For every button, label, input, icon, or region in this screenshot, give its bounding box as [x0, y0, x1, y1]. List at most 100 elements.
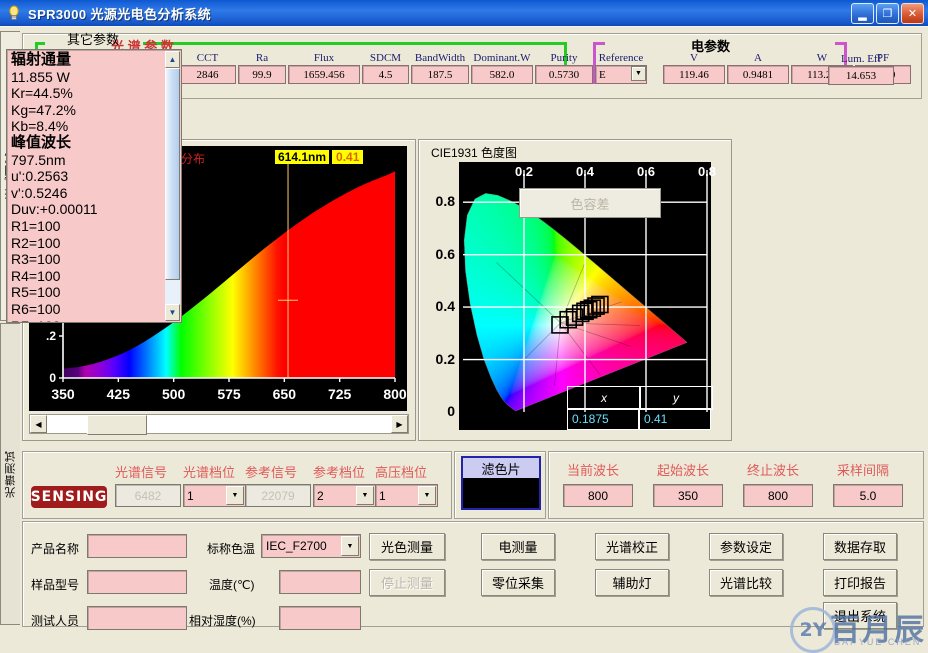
- stop-measure-button[interactable]: 停止测量: [369, 569, 445, 596]
- cursor-value: 0.41: [332, 150, 363, 164]
- field-purity: Purity 0.5730: [535, 52, 593, 84]
- scroll-track[interactable]: [165, 68, 180, 304]
- chevron-down-icon[interactable]: ▼: [418, 486, 436, 505]
- label-reference-gain: 参考档位: [313, 462, 365, 481]
- hv-gain-value: 1: [379, 489, 386, 503]
- chevron-down-icon[interactable]: ▼: [226, 486, 244, 505]
- color-tolerance-button[interactable]: 色容差: [519, 188, 661, 218]
- reference-gain-combo[interactable]: 2 ▼: [313, 484, 376, 507]
- stop-wavelength-value[interactable]: 800: [743, 484, 813, 507]
- field-value[interactable]: 0.5730: [535, 65, 593, 84]
- scroll-left-icon[interactable]: ◀: [30, 415, 47, 433]
- temperature-input[interactable]: [279, 570, 361, 594]
- field-value[interactable]: 0.9481: [727, 65, 789, 84]
- sensing-logo: SENSING: [31, 486, 107, 508]
- other-params-listbox[interactable]: 辐射通量11.855 WKr=44.5%Kg=47.2%Kb=8.4%峰值波长7…: [6, 49, 182, 323]
- chevron-down-icon[interactable]: ▼: [631, 66, 646, 81]
- spectrum-calibration-button[interactable]: 光谱校正: [595, 533, 669, 560]
- watermark-subtext: BAI YUE CHEN: [834, 637, 921, 647]
- photometric-measure-button[interactable]: 光色测量: [369, 533, 445, 560]
- chevron-down-icon[interactable]: ▼: [341, 536, 359, 556]
- data-storage-button[interactable]: 数据存取: [823, 533, 897, 560]
- svg-text:800: 800: [383, 386, 407, 402]
- label-nominal-cct: 标称色温: [207, 540, 255, 557]
- label-reference-signal: 参考信号: [245, 462, 297, 481]
- minimize-button[interactable]: ▂: [851, 3, 874, 24]
- field-value[interactable]: 99.9: [238, 65, 286, 84]
- label-stop-wavelength: 终止波长: [747, 460, 799, 479]
- svg-text:425: 425: [107, 386, 131, 402]
- zero-acquisition-button[interactable]: 零位采集: [481, 569, 555, 596]
- other-params-vscrollbar[interactable]: ▲ ▼: [165, 51, 180, 321]
- field-value[interactable]: 119.46: [663, 65, 725, 84]
- field-label: Flux: [288, 52, 360, 64]
- field-reference: Reference E ▼: [595, 52, 647, 84]
- sample-interval-value[interactable]: 5.0: [833, 484, 903, 507]
- spectrum-hscrollbar[interactable]: ◀ ▶: [29, 414, 409, 434]
- hv-gain-combo[interactable]: 1 ▼: [375, 484, 438, 507]
- field-lum-eff: Lum. Eff 14.653: [828, 53, 894, 85]
- field-value[interactable]: 2846: [179, 65, 236, 84]
- relative-humidity-input[interactable]: [279, 606, 361, 630]
- label-product-name: 产品名称: [31, 540, 79, 557]
- maximize-button[interactable]: ❐: [876, 3, 899, 24]
- product-name-input[interactable]: [87, 534, 187, 558]
- label-sample-interval: 采样间隔: [837, 460, 889, 479]
- scroll-thumb[interactable]: [87, 415, 147, 435]
- spectrum-gain-combo[interactable]: 1 ▼: [183, 484, 246, 507]
- other-params-title: 其它参数: [0, 29, 186, 48]
- field-label: V: [663, 52, 725, 64]
- field-label: Dominant.W: [471, 52, 533, 64]
- label-temperature: 温度(℃): [209, 576, 254, 593]
- spectrum-compare-button[interactable]: 光谱比较: [709, 569, 783, 596]
- filter-panel: 滤色片: [454, 451, 546, 519]
- field-cct: CCT 2846: [179, 52, 236, 84]
- field-value[interactable]: 582.0: [471, 65, 533, 84]
- other-param-line: R1=100: [11, 218, 161, 235]
- other-param-line: Duv:+0.00011: [11, 201, 161, 218]
- electrical-measure-button[interactable]: 电测量: [481, 533, 555, 560]
- cie-readout-x-label: x: [567, 386, 641, 410]
- field-value[interactable]: 1659.456: [288, 65, 360, 84]
- cie-ytick-label: 0.6: [419, 246, 455, 262]
- svg-text:650: 650: [273, 386, 297, 402]
- field-value[interactable]: 4.5: [362, 65, 409, 84]
- parameter-setting-button[interactable]: 参数设定: [709, 533, 783, 560]
- cie-ytick-label: 0.2: [419, 351, 455, 367]
- cie-xtick-label: 0.4: [571, 164, 599, 179]
- current-wavelength-value[interactable]: 800: [563, 484, 633, 507]
- scroll-track[interactable]: [47, 415, 391, 433]
- scroll-up-icon[interactable]: ▲: [165, 51, 180, 68]
- other-param-line: R2=100: [11, 235, 161, 252]
- tester-input[interactable]: [87, 606, 187, 630]
- sample-model-input[interactable]: [87, 570, 187, 594]
- chevron-down-icon[interactable]: ▼: [356, 486, 374, 505]
- auxiliary-lamp-button[interactable]: 辅助灯: [595, 569, 669, 596]
- print-report-button[interactable]: 打印报告: [823, 569, 897, 596]
- field-label: BandWidth: [411, 52, 469, 64]
- filter-color-swatch[interactable]: [461, 478, 541, 510]
- field-ra: Ra 99.9: [238, 52, 286, 84]
- cie-readout: x y 0.1875 0.41: [567, 386, 711, 430]
- cie-plot[interactable]: 色容差 x y 0.1875 0.41: [459, 162, 711, 430]
- nominal-cct-combo[interactable]: IEC_F2700 ▼: [261, 534, 361, 558]
- scroll-down-icon[interactable]: ▼: [165, 304, 180, 321]
- field-value[interactable]: 187.5: [411, 65, 469, 84]
- label-spectrum-gain: 光谱档位: [183, 462, 235, 481]
- svg-text:500: 500: [162, 386, 186, 402]
- field-label: Lum. Eff: [828, 53, 894, 65]
- spectrum-cursor-readout: 614.1nm 0.41: [275, 150, 363, 164]
- scroll-thumb[interactable]: [165, 68, 180, 280]
- field-value[interactable]: 14.653: [828, 66, 894, 85]
- field-label: Ra: [238, 52, 286, 64]
- start-wavelength-value[interactable]: 350: [653, 484, 723, 507]
- side-tab-spectrum-test[interactable]: 光谱测试: [0, 323, 20, 625]
- other-param-line: R3=100: [11, 251, 161, 268]
- exit-system-button[interactable]: 退出系统: [823, 602, 897, 629]
- svg-text:725: 725: [328, 386, 352, 402]
- scroll-right-icon[interactable]: ▶: [391, 415, 408, 433]
- side-tab-label: 光谱测试: [3, 450, 19, 498]
- field-bandwidth: BandWidth 187.5: [411, 52, 469, 84]
- filter-label: 滤色片: [461, 456, 541, 480]
- close-button[interactable]: ✕: [901, 3, 924, 24]
